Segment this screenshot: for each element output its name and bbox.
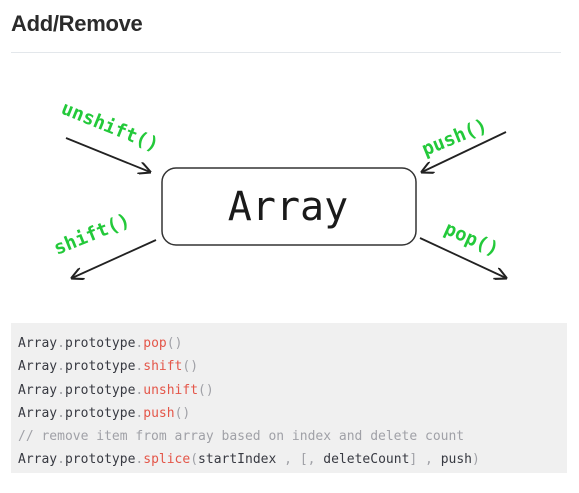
code-separator: , [417, 452, 441, 468]
code-method: splice [143, 452, 191, 468]
code-separator: , [276, 452, 300, 468]
code-method: shift [143, 359, 183, 375]
page: Add/Remove Array unshift() push() shift(… [0, 0, 579, 493]
section-heading: Add/Remove [11, 11, 143, 36]
code-proto: prototype [64, 382, 136, 398]
code-paren-close: ) [190, 359, 199, 375]
code-line-pop: Array.prototype.pop() [18, 332, 567, 355]
code-paren-close: ) [472, 452, 480, 468]
code-obj: Array [18, 452, 58, 468]
code-bracket-open: [ [299, 452, 308, 468]
code-arg-delete-count: deleteCount [323, 452, 410, 468]
shift-label: shift() [51, 209, 133, 259]
code-separator: , [307, 452, 324, 468]
code-proto: prototype [64, 405, 136, 421]
code-dot: . [57, 336, 65, 351]
code-comment: // remove item from array based on index… [18, 429, 465, 445]
code-line-unshift: Array.prototype.unshift() [18, 379, 567, 402]
push-label: push() [419, 115, 491, 161]
code-method: pop [143, 336, 167, 351]
code-proto: prototype [64, 336, 136, 351]
code-block: Array.prototype.pop() Array.prototype.sh… [11, 323, 567, 473]
code-line-splice: Array.prototype.splice(startIndex , [, d… [18, 448, 567, 471]
code-dot: . [57, 359, 65, 375]
code-paren-open: ( [198, 382, 206, 398]
code-obj: Array [18, 382, 58, 398]
code-method: push [143, 405, 175, 421]
code-obj: Array [18, 405, 58, 421]
code-dot: . [57, 452, 65, 468]
array-methods-diagram: Array unshift() push() shift() pop() [51, 97, 579, 315]
code-obj: Array [18, 336, 58, 351]
heading-divider [11, 52, 561, 53]
array-label: Array [228, 184, 348, 230]
code-obj: Array [18, 359, 58, 375]
pop-label: pop() [441, 217, 502, 260]
code-arg-push: push [440, 452, 473, 468]
code-proto: prototype [64, 359, 136, 375]
code-paren-close: ) [174, 336, 183, 351]
unshift-label: unshift() [58, 97, 162, 156]
code-line-push: Array.prototype.push() [18, 402, 567, 425]
code-paren-open: ( [190, 452, 199, 468]
code-dot: . [57, 382, 65, 398]
code-paren-open: ( [166, 336, 175, 351]
code-dot: . [57, 405, 65, 421]
code-arg-start-index: startIndex [198, 452, 277, 468]
code-line-shift: Array.prototype.shift() [18, 355, 567, 378]
code-paren-close: ) [205, 382, 214, 398]
code-paren-close: ) [182, 405, 191, 421]
code-proto: prototype [64, 452, 136, 468]
code-method: unshift [143, 382, 199, 398]
